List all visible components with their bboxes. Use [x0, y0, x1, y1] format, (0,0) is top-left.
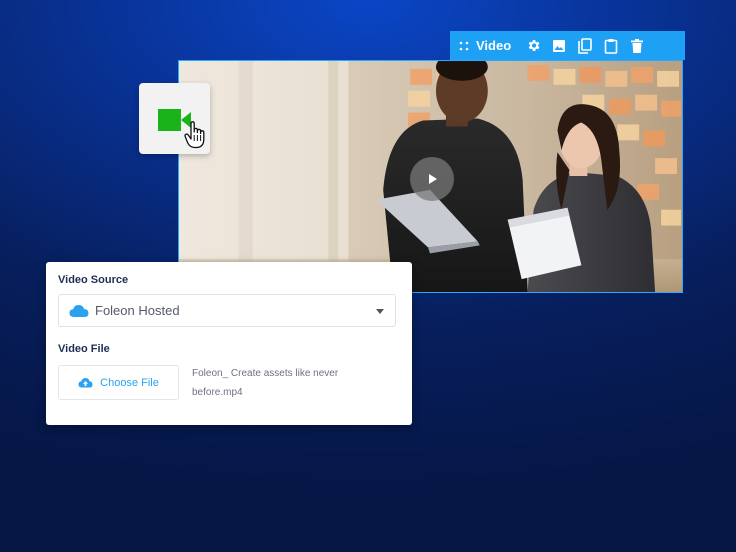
- copy-icon[interactable]: [577, 37, 593, 54]
- cloud-upload-icon: [78, 377, 93, 388]
- block-type-label: Video: [476, 38, 512, 53]
- play-button[interactable]: [410, 157, 454, 201]
- video-block[interactable]: [178, 60, 683, 293]
- trash-icon[interactable]: [629, 38, 645, 54]
- hand-cursor-icon: [184, 121, 205, 149]
- video-block-icon-card[interactable]: [139, 83, 210, 154]
- play-icon: [429, 174, 437, 184]
- drag-handle-icon[interactable]: [458, 40, 470, 52]
- paste-icon[interactable]: [603, 38, 619, 54]
- video-source-value: Foleon Hosted: [95, 303, 180, 318]
- cloud-icon: [69, 304, 89, 318]
- choose-file-label: Choose File: [100, 376, 159, 389]
- video-file-label: Video File: [58, 343, 110, 355]
- video-source-label: Video Source: [58, 274, 129, 286]
- chevron-down-icon[interactable]: [376, 309, 384, 314]
- selected-file-name: Foleon_ Create assets like never before.…: [192, 368, 339, 398]
- gear-icon[interactable]: [525, 38, 541, 54]
- video-source-select[interactable]: Foleon Hosted: [58, 294, 396, 327]
- choose-file-button[interactable]: Choose File: [58, 365, 179, 400]
- block-toolbar: Video: [450, 31, 685, 60]
- image-icon[interactable]: [551, 38, 567, 54]
- video-settings-panel: Video Source Foleon Hosted Video File Ch…: [46, 262, 412, 425]
